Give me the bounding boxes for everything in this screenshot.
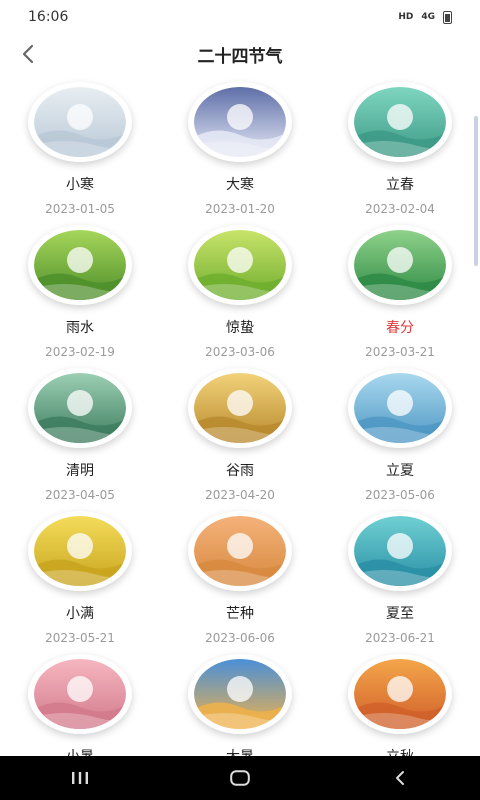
golden-grain-icon [34,516,126,586]
spring-swallow-icon [354,230,446,300]
summer-swim-icon [194,659,286,729]
solar-term-card[interactable]: 芒种 2023-06-06 [160,511,320,654]
solar-term-illustration [28,368,132,448]
solar-term-card[interactable]: 立秋 [320,654,480,756]
autumn-maple-icon [354,659,446,729]
solar-term-card[interactable]: 夏至 2023-06-21 [320,511,480,654]
page-title: 二十四节气 [197,46,283,67]
solar-term-card[interactable]: 大暑 [160,654,320,756]
status-bar: 16:06 HD 4G [0,0,480,34]
solar-term-card[interactable]: 雨水 2023-02-19 [0,225,160,368]
system-back-button[interactable] [370,756,430,800]
thunder-tree-icon [194,230,286,300]
solar-term-card[interactable]: 谷雨 2023-04-20 [160,368,320,511]
solar-term-name: 清明 [66,463,94,479]
home-icon [230,770,250,786]
signal-indicator: 4G [421,12,435,22]
solar-term-card[interactable]: 立夏 2023-05-06 [320,368,480,511]
solar-term-date: 2023-04-05 [45,488,115,502]
solar-term-name: 芒种 [226,606,254,622]
solar-term-card[interactable]: 清明 2023-04-05 [0,368,160,511]
solar-term-illustration [28,654,132,734]
solar-term-illustration [188,654,292,734]
winter-house-lanterns-icon [194,87,286,157]
solar-term-illustration [348,82,452,162]
back-button[interactable] [12,38,44,70]
solar-term-illustration [28,225,132,305]
solar-term-name: 小满 [66,606,94,622]
wheat-field-icon [194,373,286,443]
chevron-left-icon [22,44,34,64]
solar-term-illustration [188,511,292,591]
solar-term-illustration [188,368,292,448]
header: 二十四节气 [0,34,480,74]
summer-boat-icon [354,373,446,443]
solar-term-date: 2023-05-21 [45,631,115,645]
solar-term-illustration [28,82,132,162]
solar-term-card[interactable]: 大寒 2023-01-20 [160,82,320,225]
recent-apps-button[interactable] [50,756,110,800]
solar-term-date: 2023-02-19 [45,345,115,359]
solar-term-name: 惊蛰 [226,320,254,336]
solar-term-illustration [188,225,292,305]
rain-buffalo-icon [34,373,126,443]
solar-term-card[interactable]: 小暑 [0,654,160,756]
summer-lake-icon [354,516,446,586]
solar-term-name: 立夏 [386,463,414,479]
solar-term-illustration [188,82,292,162]
solar-term-name: 立秋 [386,748,414,756]
solar-term-card[interactable]: 立春 2023-02-04 [320,82,480,225]
solar-term-illustration [348,225,452,305]
system-navigation-bar [0,756,480,800]
summer-heat-pink-icon [34,659,126,729]
rain-leaf-frog-icon [34,230,126,300]
harvest-field-icon [194,516,286,586]
solar-term-date: 2023-02-04 [365,202,435,216]
solar-term-name: 大暑 [226,748,254,756]
solar-terms-list[interactable]: 小寒 2023-01-05 大寒 2023-01-20 立春 2023-02-04 雨水 20… [0,74,480,756]
solar-term-date: 2023-05-06 [365,488,435,502]
solar-term-name: 谷雨 [226,463,254,479]
recent-apps-icon [72,772,88,784]
solar-terms-grid: 小寒 2023-01-05 大寒 2023-01-20 立春 2023-02-04 雨水 20… [0,82,480,756]
solar-term-name: 雨水 [66,320,94,336]
solar-term-card[interactable]: 小寒 2023-01-05 [0,82,160,225]
solar-term-date: 2023-01-05 [45,202,115,216]
solar-term-date: 2023-03-06 [205,345,275,359]
hd-indicator: HD [398,12,414,22]
solar-term-name: 立春 [386,177,414,193]
solar-term-card[interactable]: 惊蛰 2023-03-06 [160,225,320,368]
status-icons: HD 4G [398,10,452,24]
back-icon [396,771,404,785]
solar-term-date: 2023-01-20 [205,202,275,216]
solar-term-card[interactable]: 小满 2023-05-21 [0,511,160,654]
solar-term-name: 小暑 [66,748,94,756]
home-button[interactable] [210,756,270,800]
solar-term-date: 2023-06-21 [365,631,435,645]
solar-term-name: 春分 [386,320,414,336]
scrollbar[interactable] [474,116,478,266]
winter-snow-fence-icon [34,87,126,157]
solar-term-illustration [348,511,452,591]
battery-icon [443,10,452,24]
solar-term-illustration [348,654,452,734]
solar-term-card[interactable]: 春分 2023-03-21 [320,225,480,368]
solar-term-illustration [348,368,452,448]
solar-term-date: 2023-04-20 [205,488,275,502]
solar-term-date: 2023-06-06 [205,631,275,645]
solar-term-name: 小寒 [66,177,94,193]
solar-term-date: 2023-03-21 [365,345,435,359]
solar-term-name: 大寒 [226,177,254,193]
solar-term-name: 夏至 [386,606,414,622]
spring-green-hills-icon [354,87,446,157]
status-time: 16:06 [28,9,69,25]
solar-term-illustration [28,511,132,591]
